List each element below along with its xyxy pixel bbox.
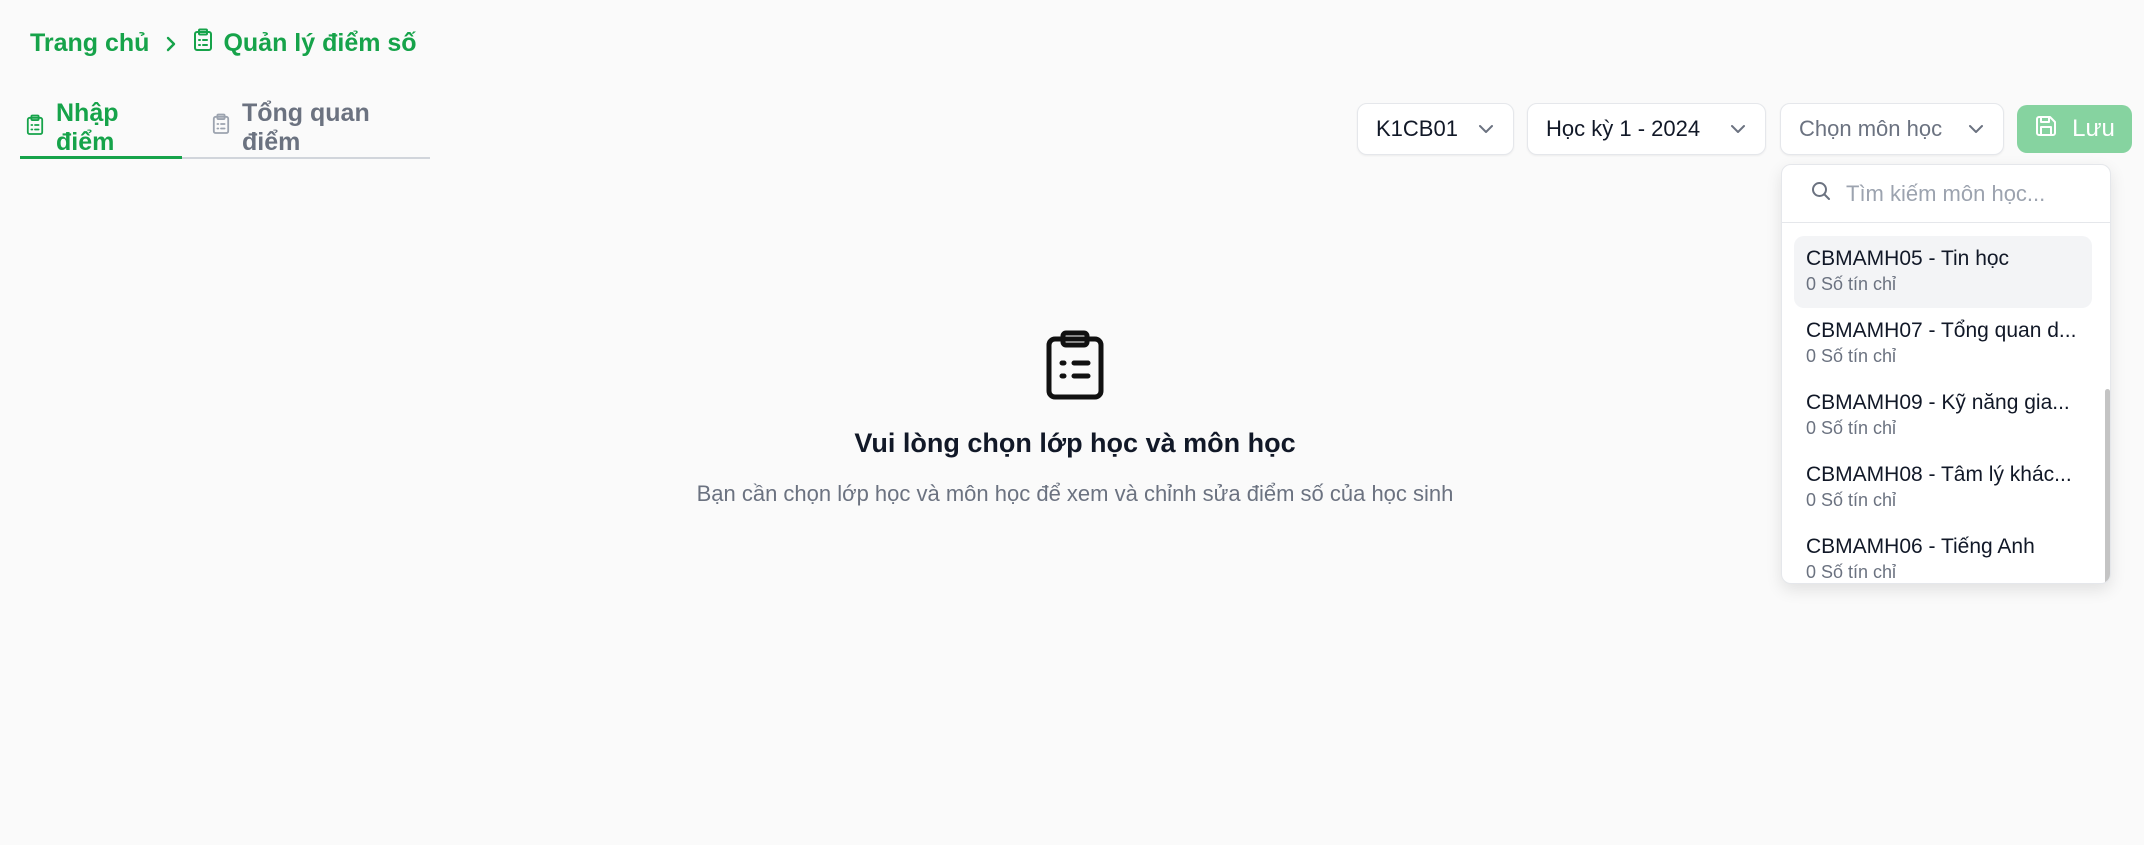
- subject-option[interactable]: CBMAMH08 - Tâm lý khác... 0 Số tín chỉ: [1794, 452, 2092, 524]
- class-select[interactable]: K1CB01: [1357, 103, 1514, 155]
- empty-state-description: Bạn cần chọn lớp học và môn học để xem v…: [696, 481, 1454, 506]
- empty-state: Vui lòng chọn lớp học và môn học Bạn cần…: [660, 330, 1490, 507]
- class-select-value: K1CB01: [1376, 116, 1458, 141]
- clipboard-list-icon: [26, 114, 44, 143]
- breadcrumb-current: Quản lý điểm số: [193, 28, 417, 59]
- subject-option-credits: 0 Số tín chỉ: [1806, 274, 1897, 294]
- subject-option-name: CBMAMH06 - Tiếng Anh: [1806, 535, 2035, 558]
- subject-search-input[interactable]: [1846, 180, 2096, 207]
- subject-search-bar: [1782, 165, 2110, 223]
- subject-option[interactable]: CBMAMH06 - Tiếng Anh 0 Số tín chỉ: [1794, 524, 2092, 583]
- subject-dropdown: CBMAMH05 - Tin học 0 Số tín chỉ CBMAMH07…: [1781, 164, 2111, 584]
- empty-state-title: Vui lòng chọn lớp học và môn học: [854, 428, 1296, 458]
- subject-option-name: CBMAMH08 - Tâm lý khác...: [1806, 463, 2072, 486]
- subject-option[interactable]: CBMAMH07 - Tổng quan d... 0 Số tín chỉ: [1794, 308, 2092, 380]
- search-icon: [1810, 180, 1832, 207]
- subject-option-name: CBMAMH09 - Kỹ năng gia...: [1806, 391, 2070, 414]
- save-button[interactable]: Lưu: [2017, 105, 2132, 153]
- semester-select-value: Học kỳ 1 - 2024: [1546, 116, 1701, 141]
- subject-option[interactable]: CBMAMH05 - Tin học 0 Số tín chỉ: [1794, 236, 2092, 308]
- subject-option-credits: 0 Số tín chỉ: [1806, 490, 1897, 510]
- subject-option-credits: 0 Số tín chỉ: [1806, 562, 1897, 582]
- subject-option-credits: 0 Số tín chỉ: [1806, 346, 1897, 366]
- semester-select[interactable]: Học kỳ 1 - 2024: [1527, 103, 1766, 155]
- page: Trang chủ Quản lý điểm số Nhập điểm Tổng…: [0, 0, 2144, 845]
- subject-select[interactable]: Chọn môn học: [1780, 103, 2004, 155]
- tab-tong-quan-diem[interactable]: Tổng quan điểm: [206, 99, 430, 157]
- chevron-right-icon: [163, 34, 179, 54]
- clipboard-list-icon: [1044, 330, 1106, 400]
- subject-list: CBMAMH05 - Tin học 0 Số tín chỉ CBMAMH07…: [1782, 224, 2110, 583]
- tab-label: Tổng quan điểm: [241, 98, 370, 156]
- subject-option-name: CBMAMH07 - Tổng quan d...: [1806, 319, 2077, 342]
- subject-option[interactable]: CBMAMH09 - Kỹ năng gia... 0 Số tín chỉ: [1794, 380, 2092, 452]
- save-button-label: Lưu: [2072, 115, 2115, 142]
- chevron-down-icon: [1967, 123, 1985, 135]
- chevron-down-icon: [1729, 123, 1747, 135]
- breadcrumb: Trang chủ Quản lý điểm số: [30, 28, 417, 59]
- subject-option-credits: 0 Số tín chỉ: [1806, 418, 1897, 438]
- subject-select-placeholder: Chọn môn học: [1799, 116, 1943, 141]
- tab-nhap-diem[interactable]: Nhập điểm: [20, 99, 182, 159]
- breadcrumb-current-label: Quản lý điểm số: [223, 29, 417, 57]
- tab-label: Nhập điểm: [56, 99, 119, 156]
- breadcrumb-home-link[interactable]: Trang chủ: [30, 29, 149, 58]
- chevron-down-icon: [1477, 123, 1495, 135]
- tab-bar: Nhập điểm Tổng quan điểm: [20, 99, 430, 159]
- clipboard-icon: [193, 28, 213, 59]
- clipboard-list-icon: [212, 113, 230, 142]
- subject-option-name: CBMAMH05 - Tin học: [1806, 247, 2010, 270]
- save-icon: [2034, 114, 2058, 145]
- dropdown-scrollbar[interactable]: [2105, 389, 2110, 583]
